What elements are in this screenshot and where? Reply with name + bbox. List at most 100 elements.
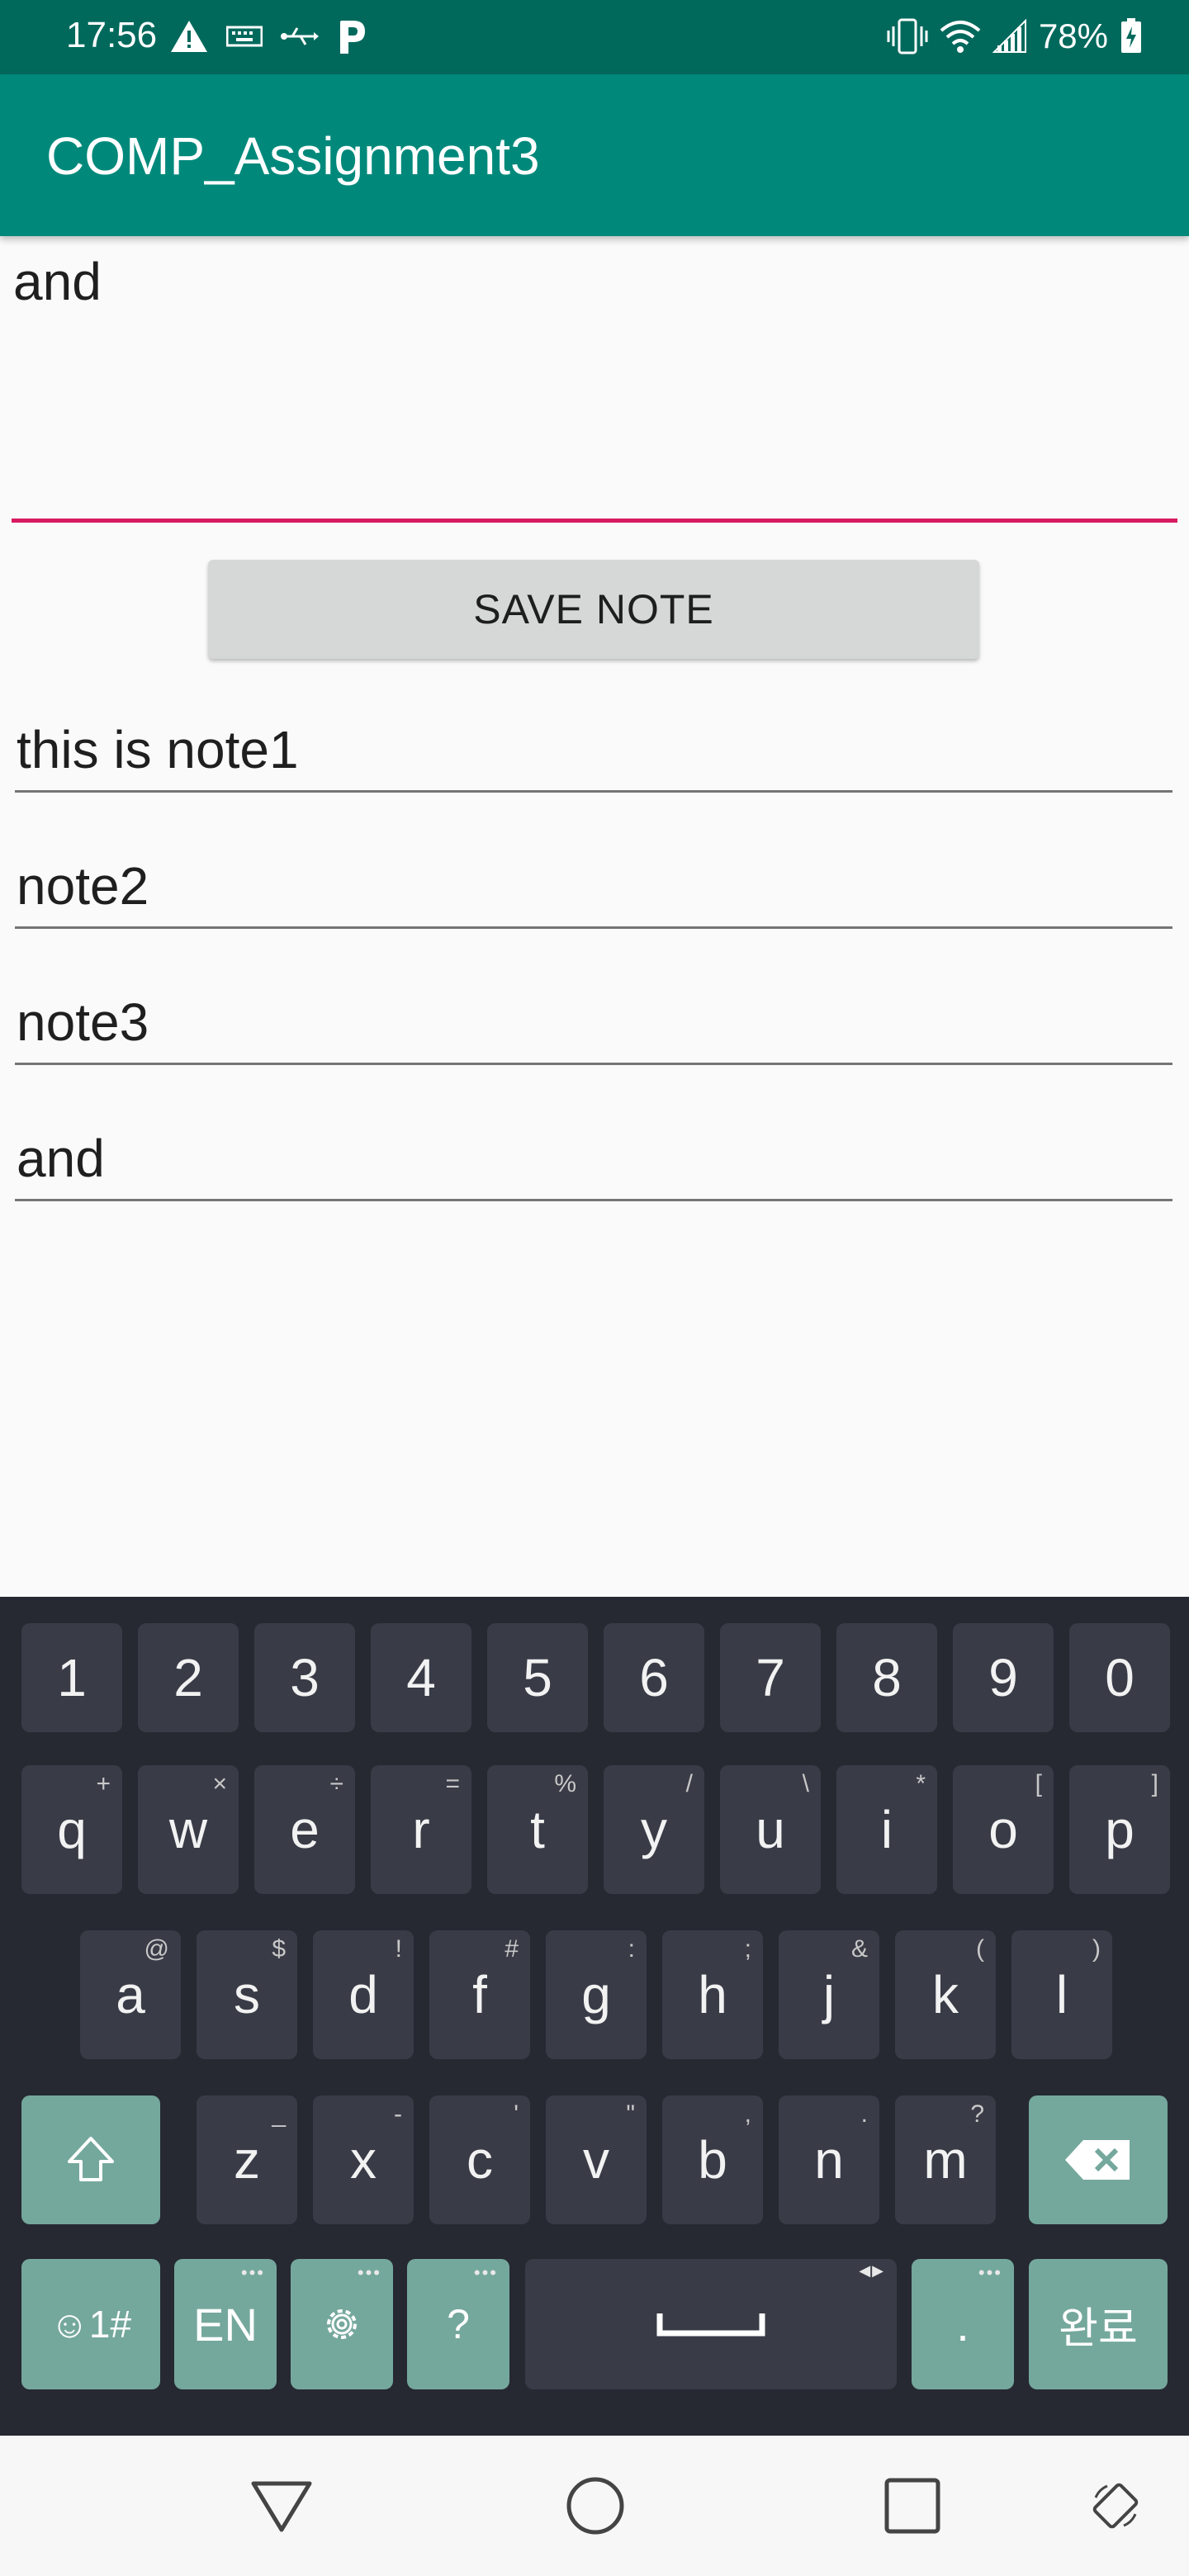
warning-icon (171, 21, 207, 52)
key-o[interactable]: o[ (953, 1765, 1054, 1894)
key-8[interactable]: 8 (836, 1623, 937, 1732)
key-label: x (350, 2130, 377, 2190)
back-button[interactable] (246, 2470, 317, 2541)
key-label: m (923, 2130, 968, 2190)
key-label: v (583, 2130, 609, 2190)
settings-key[interactable]: ••• (291, 2259, 393, 2389)
key-hint: ] (1151, 1770, 1158, 1797)
key-label: y (641, 1800, 667, 1859)
note-item-text: note2 (17, 856, 149, 916)
key-i[interactable]: i * (836, 1765, 937, 1894)
back-triangle-icon (251, 2481, 312, 2532)
symbols-key[interactable]: ☺1# (21, 2259, 160, 2389)
key-hint: : (628, 1935, 635, 1963)
key-label: s (234, 1965, 260, 2024)
key-x[interactable]: x- (313, 2095, 414, 2224)
backspace-icon (1065, 2140, 1130, 2180)
key-label: f (472, 1965, 487, 2024)
note-item[interactable]: note2 (15, 793, 1172, 929)
save-note-button[interactable]: SAVE NOTE (208, 560, 979, 659)
key-hint: [ (1035, 1770, 1042, 1797)
battery-charging-icon (1121, 18, 1141, 53)
period-key[interactable]: . ••• (912, 2259, 1014, 2389)
note-input-text: and (13, 252, 102, 311)
backspace-key[interactable] (1029, 2095, 1168, 2224)
more-dots-icon: ••• (473, 2262, 498, 2283)
key-e[interactable]: e ÷ (254, 1765, 355, 1894)
status-time: 17:56 (66, 15, 158, 55)
key-7[interactable]: 7 (720, 1623, 821, 1732)
shift-icon (68, 2137, 114, 2181)
signal-icon (992, 19, 1026, 53)
key-hint: $ (272, 1935, 286, 1963)
soft-keyboard: 1 2 3 4 5 6 7 8 9 0 q + w × e ÷ r = t% y / u \… (0, 1597, 1189, 2436)
key-u[interactable]: u \ (720, 1765, 821, 1894)
key-d[interactable]: d! (313, 1930, 414, 2059)
key-z[interactable]: z _ (197, 2095, 297, 2224)
key-hint: × (212, 1770, 227, 1797)
note-item[interactable]: and (15, 1066, 1172, 1201)
key-4[interactable]: 4 (371, 1623, 471, 1732)
key-hint: " (626, 2100, 635, 2128)
question-key[interactable]: ? ••• (407, 2259, 509, 2389)
recents-button[interactable] (877, 2470, 948, 2541)
key-3[interactable]: 3 (254, 1623, 355, 1732)
note-input[interactable]: and (12, 241, 1177, 523)
key-2[interactable]: 2 (138, 1623, 239, 1732)
key-hint: ) (1092, 1935, 1101, 1963)
key-h[interactable]: h; (662, 1930, 763, 2059)
key-m[interactable]: m? (895, 2095, 996, 2224)
key-label: i (880, 1800, 893, 1859)
recents-square-icon (884, 2478, 940, 2534)
key-g[interactable]: g: (546, 1930, 647, 2059)
key-hint: - (394, 2100, 402, 2128)
key-b[interactable]: b, (662, 2095, 763, 2224)
home-circle-icon (566, 2477, 624, 2535)
key-0[interactable]: 0 (1069, 1623, 1170, 1732)
key-hint: _ (272, 2100, 286, 2128)
more-dots-icon: ••• (240, 2262, 265, 2283)
key-hint: ! (395, 1935, 402, 1963)
key-1[interactable]: 1 (21, 1623, 122, 1732)
key-p[interactable]: p] (1069, 1765, 1170, 1894)
rotate-screen-button[interactable] (1080, 2470, 1151, 2541)
key-label: g (581, 1965, 611, 2024)
key-a[interactable]: a @ (80, 1930, 181, 2059)
status-bar: 17:56 78% (0, 0, 1189, 74)
wifi-icon (940, 21, 981, 53)
app-bar: COMP_Assignment3 (0, 74, 1189, 236)
key-label: k (932, 1965, 959, 2024)
keyboard-icon (226, 26, 263, 47)
shift-key[interactable] (21, 2095, 160, 2224)
key-c[interactable]: c ' (429, 2095, 530, 2224)
space-key[interactable]: ◀▶ (525, 2259, 897, 2389)
key-l[interactable]: l) (1011, 1930, 1112, 2059)
key-6[interactable]: 6 (604, 1623, 704, 1732)
key-j[interactable]: j & (779, 1930, 879, 2059)
key-r[interactable]: r = (371, 1765, 471, 1894)
key-n[interactable]: n. (779, 2095, 879, 2224)
key-hint: # (504, 1935, 519, 1963)
key-y[interactable]: y / (604, 1765, 704, 1894)
key-t[interactable]: t% (487, 1765, 588, 1894)
key-s[interactable]: s $ (197, 1930, 297, 2059)
key-hint: \ (802, 1770, 809, 1797)
note-item[interactable]: note3 (15, 930, 1172, 1065)
key-hint: % (554, 1770, 576, 1797)
note-item[interactable]: this is note1 (15, 657, 1172, 793)
cursor-arrows-icon: ◀▶ (859, 2262, 885, 2279)
key-5[interactable]: 5 (487, 1623, 588, 1732)
key-w[interactable]: w × (138, 1765, 239, 1894)
key-label: h (698, 1965, 727, 2024)
key-v[interactable]: v " (546, 2095, 647, 2224)
home-button[interactable] (560, 2470, 631, 2541)
key-hint: , (744, 2100, 751, 2128)
key-f[interactable]: f # (429, 1930, 530, 2059)
done-key[interactable]: 완료 (1029, 2259, 1168, 2389)
key-hint: / (685, 1770, 693, 1797)
key-q[interactable]: q + (21, 1765, 122, 1894)
language-key[interactable]: EN ••• (174, 2259, 277, 2389)
key-hint: ( (976, 1935, 984, 1963)
key-9[interactable]: 9 (953, 1623, 1054, 1732)
key-k[interactable]: k( (895, 1930, 996, 2059)
